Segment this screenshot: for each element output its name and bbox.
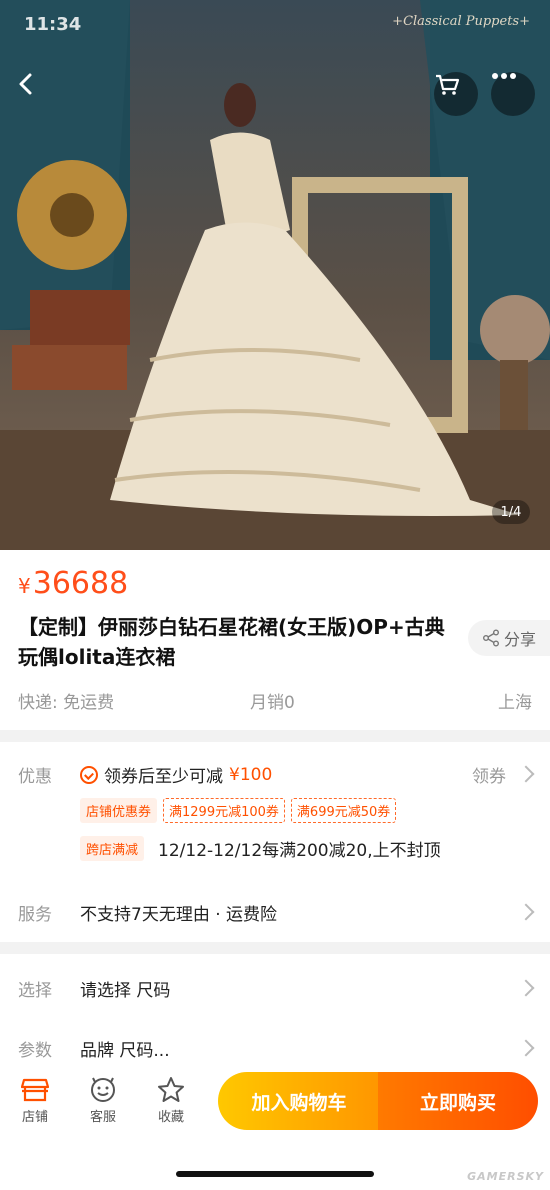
coupon-ticket[interactable]: 满699元减50券 bbox=[290, 798, 397, 823]
cross-store-tag: 跨店满减 bbox=[80, 836, 145, 861]
monthly-sales: 月销0 bbox=[250, 693, 295, 713]
customer-service-tab[interactable]: 客服 bbox=[78, 1076, 128, 1125]
chevron-right-icon[interactable] bbox=[517, 1039, 535, 1057]
cross-store-text: 12/12-12/12每满200减20,上不封顶 bbox=[158, 841, 441, 861]
more-icon bbox=[492, 73, 516, 79]
add-to-cart-button[interactable]: 加入购物车 bbox=[218, 1072, 380, 1130]
brand-watermark: +Classical Puppets+ bbox=[392, 14, 530, 29]
customer-service-label: 客服 bbox=[89, 1110, 116, 1125]
cross-store-discount: 跨店满减 12/12-12/12每满200减20,上不封顶 bbox=[80, 836, 441, 861]
shop-coupon-tag: 店铺优惠券 bbox=[80, 798, 158, 823]
customer-service-icon bbox=[91, 1077, 115, 1102]
back-button[interactable] bbox=[14, 72, 58, 116]
share-icon bbox=[482, 629, 499, 647]
share-label: 分享 bbox=[503, 630, 536, 649]
cart-button[interactable] bbox=[434, 72, 478, 116]
shop-tab[interactable]: 店铺 bbox=[10, 1076, 60, 1125]
cart-icon bbox=[436, 74, 460, 95]
status-time: 11:34 bbox=[24, 14, 82, 35]
star-icon bbox=[158, 1077, 184, 1102]
params-value[interactable]: 品牌 尺码... bbox=[80, 1036, 170, 1061]
coupon-text: 领券后至少可减 bbox=[104, 767, 223, 787]
claim-coupon-link[interactable]: 领券 bbox=[472, 762, 506, 787]
more-button[interactable] bbox=[491, 72, 535, 116]
chevron-right-icon[interactable] bbox=[517, 903, 535, 921]
service-value[interactable]: 不支持7天无理由 · 运费险 bbox=[80, 900, 277, 925]
coupon-check-icon bbox=[80, 765, 98, 784]
chevron-right-icon[interactable] bbox=[517, 765, 535, 783]
coupon-ticket[interactable]: 满1299元减100券 bbox=[163, 798, 285, 823]
choose-size-value[interactable]: 请选择 尺码 bbox=[80, 976, 170, 1001]
coupon-summary[interactable]: 领券后至少可减 ¥100 bbox=[80, 762, 272, 787]
coupon-tags: 店铺优惠券 满1299元减100券 满699元减50券 bbox=[80, 798, 397, 823]
shop-tab-label: 店铺 bbox=[21, 1110, 48, 1125]
home-indicator[interactable] bbox=[176, 1171, 374, 1177]
shop-icon bbox=[21, 1078, 49, 1102]
buy-now-button[interactable]: 立即购买 bbox=[378, 1072, 538, 1130]
spec-card: 选择 请选择 尺码 参数 品牌 尺码... bbox=[0, 954, 550, 1064]
chevron-right-icon[interactable] bbox=[517, 979, 535, 997]
site-watermark: GAMERSKY bbox=[467, 1170, 544, 1183]
product-title: 【定制】伊丽莎白钻石星花裙(女王版)OP+古典玩偶lolita连衣裙 bbox=[18, 615, 445, 669]
back-arrow-icon bbox=[19, 73, 32, 95]
ship-location: 上海 bbox=[498, 693, 532, 713]
currency-symbol: ¥ bbox=[18, 574, 31, 598]
params-label: 参数 bbox=[18, 1041, 52, 1061]
price-value: 36688 bbox=[32, 566, 129, 601]
product-info-card: ¥36688 【定制】伊丽莎白钻石星花裙(女王版)OP+古典玩偶lolita连衣… bbox=[0, 550, 550, 730]
promo-label: 优惠 bbox=[18, 767, 52, 787]
shipping-info: 快递: 免运费 bbox=[18, 693, 115, 713]
choose-label: 选择 bbox=[18, 981, 52, 1001]
product-price: ¥36688 bbox=[18, 566, 128, 601]
image-page-indicator: 1/4 bbox=[492, 500, 530, 524]
favorite-tab[interactable]: 收藏 bbox=[146, 1076, 196, 1125]
service-label: 服务 bbox=[18, 905, 52, 925]
product-image-gallery[interactable]: 11:34 +Classical Puppets+ 1/4 bbox=[0, 0, 550, 550]
coupon-amount: ¥100 bbox=[229, 764, 273, 785]
favorite-label: 收藏 bbox=[157, 1110, 184, 1125]
promotion-card: 优惠 领券后至少可减 ¥100 领券 店铺优惠券 满1299元减100券 满69… bbox=[0, 742, 550, 942]
share-button[interactable]: 分享 bbox=[468, 620, 550, 656]
